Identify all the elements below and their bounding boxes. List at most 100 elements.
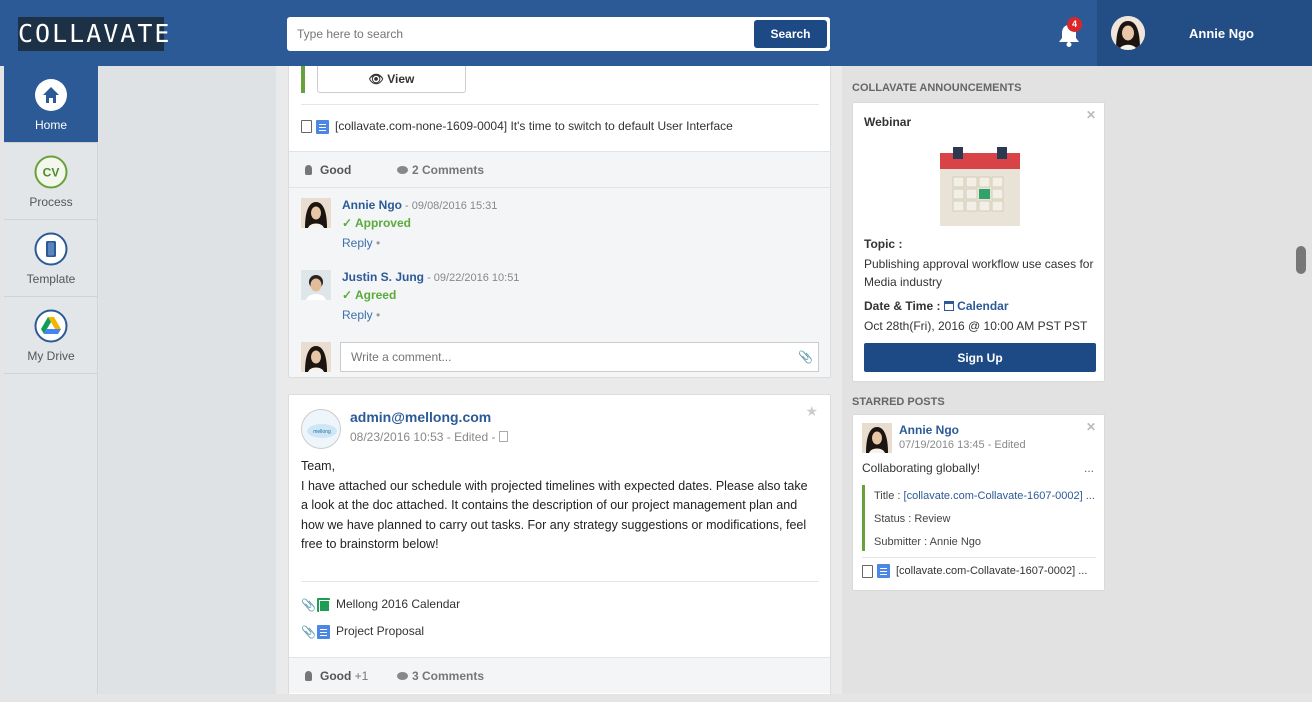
paperclip-icon: 📎: [301, 624, 316, 639]
comment-input[interactable]: [340, 342, 819, 372]
comments-count: 3 Comments: [412, 669, 485, 683]
comments-section: Annie Ngo - 09/08/2016 15:31 ✓ Approved …: [289, 187, 830, 377]
history-icon[interactable]: [498, 431, 508, 442]
more-ellipsis[interactable]: ...: [1084, 461, 1094, 475]
nav-label-home: Home: [34, 118, 67, 132]
user-avatar[interactable]: [1111, 16, 1145, 50]
calendar-icon: [943, 301, 954, 311]
starred-post-text: Collaborating globally!: [862, 461, 981, 475]
google-doc-icon: [877, 564, 890, 579]
commenter-name-text[interactable]: Justin S. Jung: [342, 270, 424, 284]
close-icon[interactable]: ✕: [1086, 108, 1096, 122]
attachment-title[interactable]: Mellong 2016 Calendar: [336, 597, 460, 611]
starred-post-details: Title : [collavate.com-Collavate-1607-00…: [862, 485, 1096, 551]
good-button[interactable]: Good: [305, 163, 351, 177]
linked-document[interactable]: [collavate.com-none-1609-0004] It's time…: [301, 117, 733, 135]
divider: [862, 557, 1096, 558]
date-time-label-text: Date & Time :: [864, 299, 941, 313]
comments-toggle[interactable]: 3 Comments: [397, 669, 484, 683]
nav-item-process[interactable]: CV Process: [4, 143, 98, 220]
star-icon[interactable]: ★: [805, 403, 818, 420]
google-sheet-icon: [317, 597, 330, 612]
starred-document-title[interactable]: [collavate.com-Collavate-1607-0002] ...: [896, 565, 1087, 577]
poster-logo[interactable]: mellong: [301, 409, 341, 449]
top-bar: COLLAVATE Search 4 Annie Ngo: [0, 0, 1312, 66]
comments-toggle[interactable]: 2 Comments: [397, 163, 484, 177]
poster-name[interactable]: admin@mellong.com: [350, 409, 491, 425]
starred-linked-document[interactable]: [collavate.com-Collavate-1607-0002] ...: [862, 563, 1087, 579]
attachment-item[interactable]: 📎 Project Proposal: [301, 622, 424, 640]
svg-text:CV: CV: [43, 166, 60, 180]
detail-title: Title : [collavate.com-Collavate-1607-00…: [874, 485, 1096, 508]
good-button[interactable]: Good +1: [305, 669, 368, 683]
post-actions: Good +1 3 Comments: [289, 657, 830, 693]
reply-link[interactable]: Reply •: [342, 236, 380, 250]
commenter-avatar[interactable]: [301, 198, 331, 228]
nav-item-home[interactable]: Home: [4, 66, 98, 143]
calendar-link-text[interactable]: Calendar: [957, 299, 1008, 313]
comment-bubble-icon: [397, 672, 408, 680]
commenter-avatar[interactable]: [301, 270, 331, 300]
detail-title-link[interactable]: [collavate.com-Collavate-1607-0002] ...: [904, 490, 1095, 502]
reply-link-text[interactable]: Reply: [342, 236, 373, 250]
starred-post-author[interactable]: Annie Ngo: [899, 423, 959, 437]
nav-item-template[interactable]: Template: [4, 220, 98, 297]
left-nav: Home CV Process Template My Drive: [4, 66, 98, 694]
comment-bubble-icon: [397, 166, 408, 174]
starred-post-date: 07/19/2016 13:45 - Edited: [899, 439, 1026, 451]
search-button[interactable]: Search: [754, 20, 827, 48]
divider: [301, 581, 819, 582]
date-time-label: Date & Time : Calendar: [864, 299, 1009, 313]
file-icon: [301, 120, 312, 134]
user-menu[interactable]: Annie Ngo: [1097, 0, 1312, 66]
announcement-card: ✕ Webinar Topic : Publishing approval wo…: [852, 102, 1105, 382]
nav-item-my-drive[interactable]: My Drive: [4, 297, 98, 374]
attachment-item[interactable]: 📎 Mellong 2016 Calendar: [301, 595, 460, 613]
comment-date: - 09/08/2016 15:31: [402, 200, 498, 212]
search-input[interactable]: [287, 17, 747, 51]
template-book-icon: [34, 232, 68, 266]
feed: 👁 View [collavate.com-none-1609-0004] It…: [276, 66, 842, 694]
attachment-title[interactable]: Project Proposal: [336, 624, 424, 638]
detail-status: Status : Review: [874, 513, 951, 525]
divider: [301, 104, 819, 105]
nav-panel-background: [99, 66, 276, 694]
good-count: +1: [354, 669, 369, 683]
comments-count: 2 Comments: [412, 163, 485, 177]
paperclip-icon: 📎: [301, 597, 316, 612]
view-button[interactable]: 👁 View: [317, 66, 466, 93]
post-date: 08/23/2016 10:53 - Edited -: [350, 430, 508, 444]
page-scrollbar-thumb[interactable]: [1296, 246, 1306, 274]
sign-up-button[interactable]: Sign Up: [864, 343, 1096, 372]
file-icon: [862, 564, 873, 578]
nav-label-my-drive: My Drive: [27, 349, 75, 363]
google-doc-icon: [316, 119, 329, 134]
commenter-name[interactable]: Annie Ngo - 09/08/2016 15:31: [342, 198, 497, 212]
linked-document-title[interactable]: [collavate.com-none-1609-0004] It's time…: [335, 119, 733, 133]
post-date-text: 08/23/2016 10:53 - Edited -: [350, 430, 496, 444]
approval-accent-bar: [301, 66, 305, 93]
announcement-title: Webinar: [864, 115, 912, 129]
detail-submitter: Submitter : Annie Ngo: [874, 536, 982, 548]
nav-label-template: Template: [26, 272, 76, 286]
commenter-name[interactable]: Justin S. Jung - 09/22/2016 10:51: [342, 270, 519, 284]
post-actions: Good 2 Comments: [289, 151, 830, 187]
drive-icon: [34, 309, 68, 343]
commenter-name-text[interactable]: Annie Ngo: [342, 198, 402, 212]
collavate-logo[interactable]: COLLAVATE: [18, 17, 169, 51]
right-sidebar: COLLAVATE ANNOUNCEMENTS ✕ Webinar Topic …: [842, 66, 1312, 694]
notification-badge[interactable]: 4: [1067, 17, 1082, 32]
reply-separator: •: [372, 236, 381, 250]
good-label: Good: [320, 669, 352, 683]
reply-link-text[interactable]: Reply: [342, 308, 373, 322]
unstar-close-icon[interactable]: ✕: [1086, 420, 1096, 434]
lightbulb-icon: [305, 671, 312, 681]
user-name[interactable]: Annie Ngo: [1189, 26, 1254, 41]
reply-link[interactable]: Reply •: [342, 308, 380, 322]
starred-post-avatar: [862, 423, 892, 453]
starred-post-card[interactable]: ✕ Annie Ngo 07/19/2016 13:45 - Edited Co…: [852, 414, 1105, 591]
attach-paperclip-icon[interactable]: 📎: [798, 350, 813, 364]
view-button-label: View: [387, 71, 415, 86]
process-cv-icon: CV: [34, 155, 68, 189]
calendar-link[interactable]: Calendar: [943, 299, 1009, 313]
